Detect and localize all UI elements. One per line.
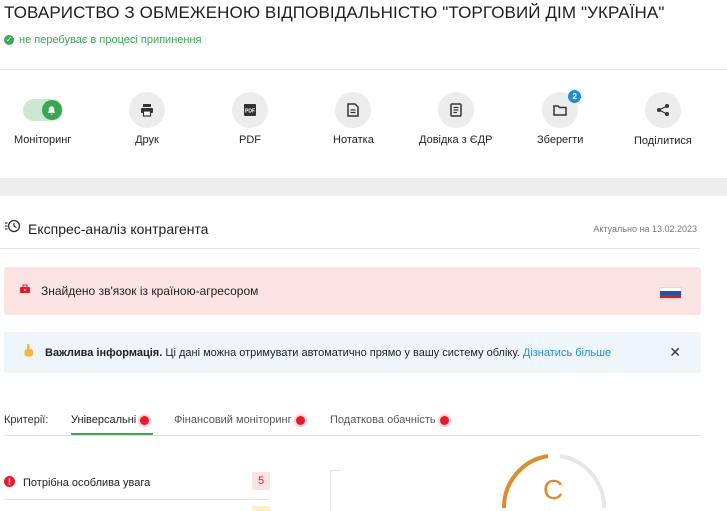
action-toolbar: Моніторинг Друк PDF PDF Нотатка Довідка … [0, 90, 727, 152]
share-icon [644, 92, 681, 128]
toggle-switch[interactable] [22, 99, 63, 121]
edr-label: Довідка з ЄДР [419, 134, 493, 146]
express-analysis-title: Експрес-аналіз контрагента [28, 220, 209, 237]
status-text: не перебуває в процесі припинення [19, 34, 202, 46]
pdf-button[interactable]: PDF PDF [232, 92, 268, 146]
note-label: Нотатка [333, 134, 374, 146]
svg-text:PDF: PDF [245, 109, 255, 115]
risk-count-badge: 5 [252, 472, 270, 490]
note-icon [335, 92, 372, 128]
check-icon: ✓ [4, 35, 14, 45]
share-label: Поділитися [634, 135, 692, 147]
company-title: ТОВАРИСТВО З ОБМЕЖЕНОЮ ВІДПОВІДАЛЬНІСТЮ … [4, 3, 665, 22]
monitoring-label: Моніторинг [14, 134, 72, 146]
aggressor-alert-text: Знайдено зв'язок із країною-агресором [41, 284, 259, 298]
criteria-label: Критерії: [4, 414, 49, 426]
company-status: ✓ не перебуває в процесі припинення [4, 34, 202, 46]
print-label: Друк [135, 134, 159, 146]
header-divider [0, 69, 727, 70]
save-button[interactable]: 2 Зберегти [537, 90, 584, 146]
rating-grade: C [543, 474, 564, 505]
pointing-hand-icon [22, 343, 35, 363]
monitoring-toggle[interactable]: Моніторинг [14, 92, 71, 146]
actual-date: Актуально на 13.02.2023 [593, 224, 697, 234]
pdf-icon: PDF [232, 92, 268, 128]
info-alert-body: Ці дані можна отримувати автоматично пря… [162, 346, 523, 359]
history-icon [4, 218, 22, 239]
close-icon[interactable]: ✕ [669, 345, 681, 359]
risk-row-label: Потрібна особлива увага [23, 477, 151, 489]
alert-dot-icon [140, 415, 150, 425]
alert-dot-icon [439, 415, 449, 425]
tab-label: Універсальні [71, 414, 137, 426]
note-button[interactable]: Нотатка [333, 92, 374, 146]
alert-dot-icon [295, 415, 305, 425]
bell-icon [41, 100, 62, 120]
risk-divider [4, 499, 270, 500]
edr-button[interactable]: Довідка з ЄДР [419, 92, 492, 146]
pdf-label: PDF [239, 134, 261, 146]
section-divider [0, 248, 700, 249]
risk-row-attention[interactable]: Потрібна особлива увага 5 [4, 472, 270, 494]
tab-tax-diligence[interactable]: Податкова обачність [330, 414, 449, 426]
tab-financial-monitoring[interactable]: Фінансовий моніторинг [174, 414, 305, 426]
criteria-tabs: Критерії: Універсальні Фінансовий моніто… [4, 412, 701, 436]
save-count-badge: 2 [568, 90, 582, 103]
info-alert-text: Важлива інформація. Ці дані можна отриму… [45, 347, 611, 359]
info-alert: Важлива інформація. Ці дані можна отриму… [4, 332, 701, 373]
share-button[interactable]: Поділитися [634, 92, 692, 147]
rating-panel-border [330, 470, 340, 511]
print-button[interactable]: Друк [129, 92, 165, 146]
express-analysis-header: Експрес-аналіз контрагента [4, 218, 208, 239]
save-label: Зберегти [537, 134, 584, 146]
printer-icon [129, 92, 165, 128]
russia-flag-icon [659, 287, 682, 299]
warning-icon [4, 474, 15, 492]
briefcase-icon [19, 282, 31, 300]
document-icon [437, 92, 474, 128]
tabs-divider [4, 435, 701, 436]
learn-more-link[interactable]: Дізнатись більше [523, 347, 611, 359]
folder-icon: 2 [542, 90, 582, 128]
risk-count-badge-next [252, 506, 270, 511]
tab-label: Податкова обачність [330, 414, 436, 426]
tab-label: Фінансовий моніторинг [174, 414, 292, 426]
section-separator [0, 178, 727, 196]
tab-universal[interactable]: Універсальні [71, 414, 150, 426]
info-alert-bold: Важлива інформація. [45, 346, 163, 359]
aggressor-alert: Знайдено зв'язок із країною-агресором [4, 267, 701, 315]
